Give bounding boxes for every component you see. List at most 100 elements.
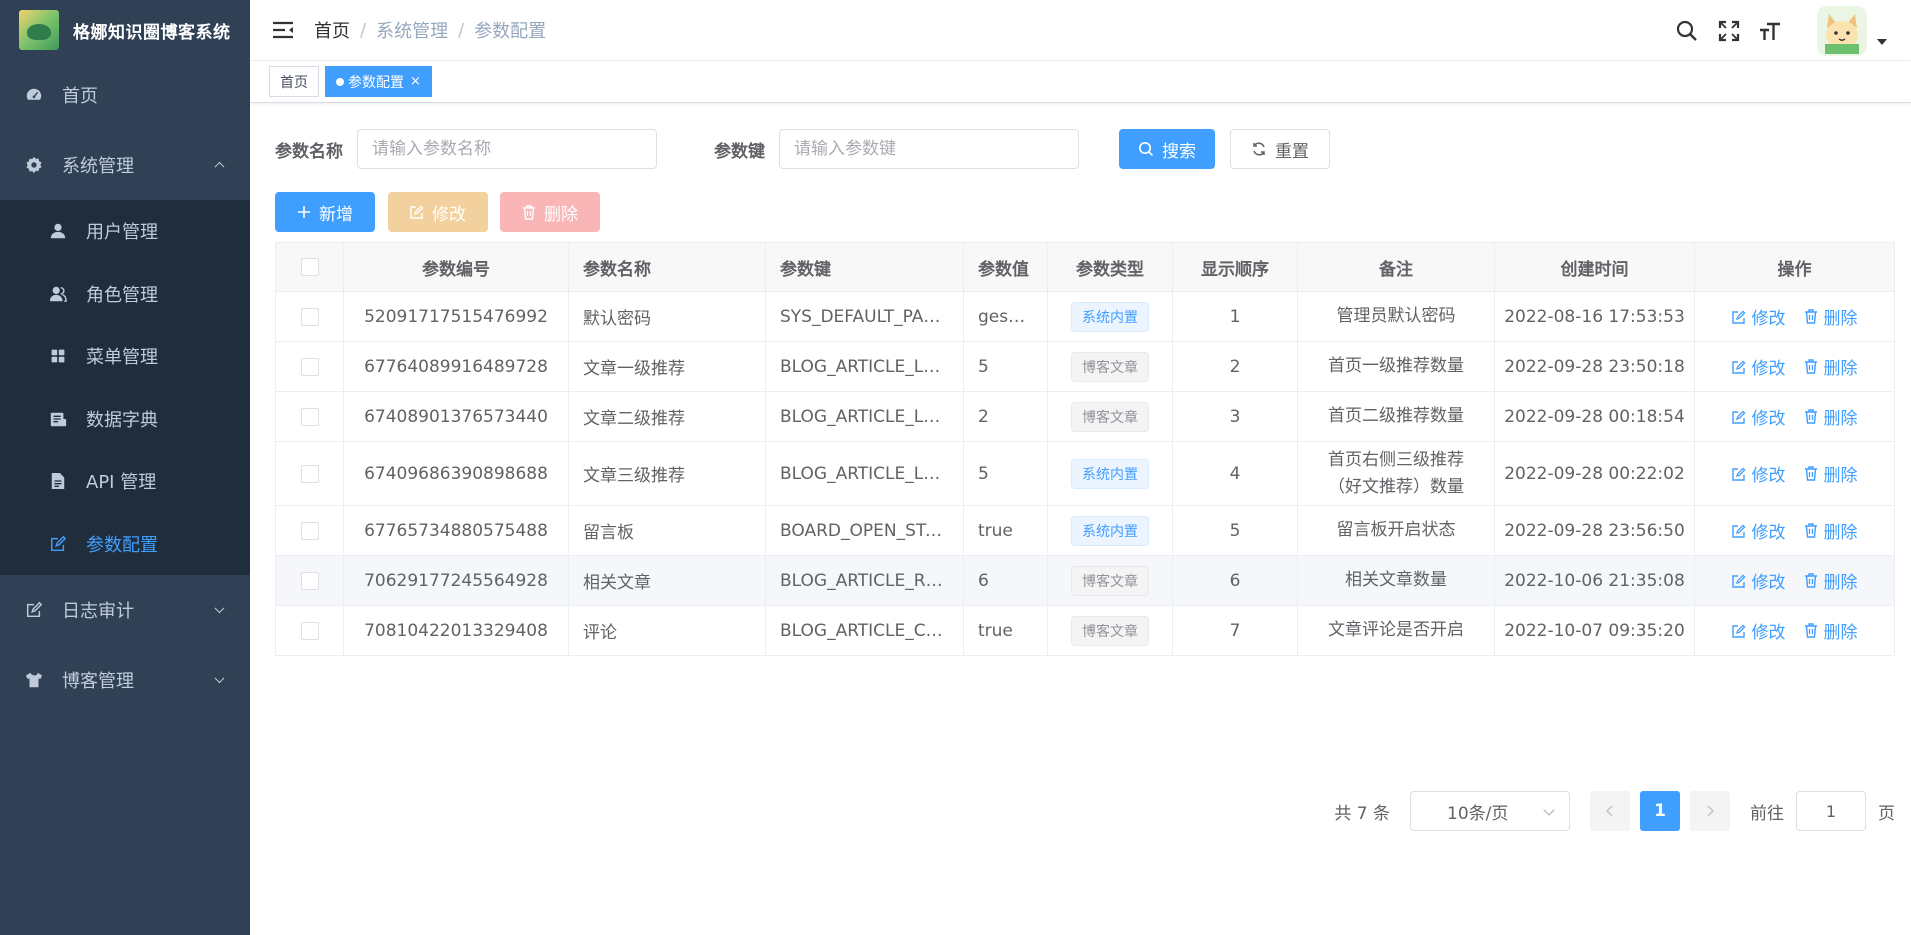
tag-label: 参数配置: [348, 74, 404, 91]
breadcrumb-home[interactable]: 首页: [314, 17, 350, 43]
page-number-current[interactable]: 1: [1640, 791, 1680, 831]
cell-value-text: 6: [978, 570, 989, 591]
row-delete-button[interactable]: 删除: [1804, 404, 1858, 429]
page-size-value: 10条/页: [1447, 803, 1509, 824]
page-size-select[interactable]: 10条/页: [1410, 791, 1570, 831]
goto-page-input[interactable]: [1796, 791, 1866, 831]
edit-icon: [1731, 466, 1746, 481]
row-edit-button[interactable]: 修改: [1731, 518, 1786, 543]
prev-page-button[interactable]: [1590, 791, 1630, 831]
row-delete-button[interactable]: 删除: [1804, 354, 1858, 379]
param-name-input[interactable]: [357, 129, 657, 169]
tree-table-icon: [48, 346, 68, 366]
row-edit-button[interactable]: 修改: [1731, 404, 1786, 429]
cell-id: 67408901376573440: [344, 392, 569, 441]
cell-actions: 修改 删除: [1695, 342, 1895, 391]
sidebar-item-label: 博客管理: [62, 671, 134, 692]
search-button[interactable]: 搜索: [1119, 129, 1215, 169]
cell-value: true: [964, 606, 1048, 655]
cell-key: BLOG_ARTICLE_LEVEL2: [766, 392, 964, 441]
table-row: 67408901376573440文章二级推荐 BLOG_ARTICLE_LEVE…: [276, 392, 1895, 442]
row-checkbox[interactable]: [300, 464, 319, 483]
delete-button[interactable]: 删除: [500, 192, 600, 232]
chevron-up-icon: [214, 161, 225, 172]
cell-key: BLOG_ARTICLE_LEVEL3: [766, 442, 964, 505]
active-dot-icon: [336, 77, 344, 86]
navbar-right: [1675, 0, 1911, 61]
row-delete-button[interactable]: 删除: [1804, 304, 1858, 329]
cell-value: true: [964, 506, 1048, 555]
trash-icon: [1804, 309, 1818, 324]
breadcrumb: 首页 / 系统管理 / 参数配置: [314, 17, 546, 43]
header-cell: 参数类型: [1048, 243, 1173, 291]
cell-key-text: BLOG_ARTICLE_LEVEL2: [780, 406, 949, 427]
param-key-input[interactable]: [779, 129, 1079, 169]
row-delete-button[interactable]: 删除: [1804, 518, 1858, 543]
type-tag: 博客文章: [1071, 565, 1149, 596]
tag-config[interactable]: 参数配置 ×: [325, 66, 432, 97]
sidebar-item-config[interactable]: 参数配置: [0, 513, 250, 576]
tags-view: 首页 参数配置 ×: [250, 61, 1911, 103]
cell-type: 系统内置: [1048, 292, 1173, 341]
select-all-checkbox[interactable]: [300, 258, 319, 276]
cell-order: 2: [1173, 342, 1298, 391]
sidebar-item-roles[interactable]: 角色管理: [0, 263, 250, 326]
pagination-total: 共 7 条: [1334, 803, 1390, 824]
cell-name: 相关文章: [569, 556, 766, 605]
sidebar-item-home[interactable]: 首页: [0, 60, 250, 130]
edit-button[interactable]: 修改: [388, 192, 488, 232]
row-edit-button[interactable]: 修改: [1731, 461, 1786, 486]
cell-id: 67409686390898688: [344, 442, 569, 505]
row-edit-button[interactable]: 修改: [1731, 568, 1786, 593]
header-cell: 显示顺序: [1173, 243, 1298, 291]
reset-button[interactable]: 重置: [1230, 129, 1330, 169]
sidebar-item-users[interactable]: 用户管理: [0, 200, 250, 263]
row-checkbox[interactable]: [300, 407, 319, 426]
sidebar-item-log[interactable]: 日志审计: [0, 575, 250, 645]
param-table: 参数编号 参数名称 参数键 参数值 参数类型 显示顺序 备注 创建时间 操作 5…: [275, 242, 1895, 656]
cell-actions: 修改 删除: [1695, 506, 1895, 555]
brand[interactable]: 格娜知识圈博客系统: [0, 0, 250, 60]
row-delete-button[interactable]: 删除: [1804, 568, 1858, 593]
next-page-button[interactable]: [1690, 791, 1730, 831]
logo: [19, 10, 59, 50]
search-icon[interactable]: [1675, 19, 1699, 43]
sidebar-item-system[interactable]: 系统管理: [0, 130, 250, 200]
row-checkbox[interactable]: [300, 357, 319, 376]
row-delete-button[interactable]: 删除: [1804, 618, 1858, 643]
cell-name: 文章二级推荐: [569, 392, 766, 441]
avatar[interactable]: [1817, 5, 1867, 56]
row-checkbox[interactable]: [300, 307, 319, 326]
tag-home[interactable]: 首页: [269, 66, 319, 97]
cell-created: 2022-08-16 17:53:53: [1495, 292, 1695, 341]
add-button[interactable]: 新增: [275, 192, 375, 232]
table-body: 52091717515476992默认密码 SYS_DEFAULT_PASSWOR…: [276, 292, 1895, 656]
cell-id: 52091717515476992: [344, 292, 569, 341]
font-size-icon[interactable]: [1759, 19, 1783, 43]
row-delete-button[interactable]: 删除: [1804, 461, 1858, 486]
row-select-cell: [276, 342, 344, 391]
cell-key-text: BLOG_ARTICLE_LEVEL1: [780, 356, 949, 377]
search-icon: [1138, 141, 1154, 157]
row-checkbox[interactable]: [300, 571, 319, 590]
sidebar-item-blog[interactable]: 博客管理: [0, 645, 250, 715]
table-row: 67764089916489728文章一级推荐 BLOG_ARTICLE_LEVE…: [276, 342, 1895, 392]
row-edit-button[interactable]: 修改: [1731, 354, 1786, 379]
sidebar-item-menus[interactable]: 菜单管理: [0, 325, 250, 388]
cell-value: 6: [964, 556, 1048, 605]
cell-remark: 文章评论是否开启: [1298, 606, 1495, 655]
row-edit-button[interactable]: 修改: [1731, 618, 1786, 643]
cell-key: SYS_DEFAULT_PASSWORD: [766, 292, 964, 341]
fullscreen-icon[interactable]: [1717, 19, 1741, 43]
close-icon[interactable]: ×: [410, 74, 421, 89]
row-edit-button[interactable]: 修改: [1731, 304, 1786, 329]
sidebar-item-api[interactable]: API 管理: [0, 450, 250, 513]
sidebar-item-dict[interactable]: 数据字典: [0, 388, 250, 451]
table-row: 67409686390898688文章三级推荐 BLOG_ARTICLE_LEVE…: [276, 442, 1895, 506]
caret-down-icon[interactable]: [1877, 38, 1887, 45]
hamburger-icon[interactable]: [272, 20, 294, 40]
cell-value: 5: [964, 442, 1048, 505]
cell-order: 5: [1173, 506, 1298, 555]
row-checkbox[interactable]: [300, 521, 319, 540]
row-checkbox[interactable]: [300, 621, 319, 640]
